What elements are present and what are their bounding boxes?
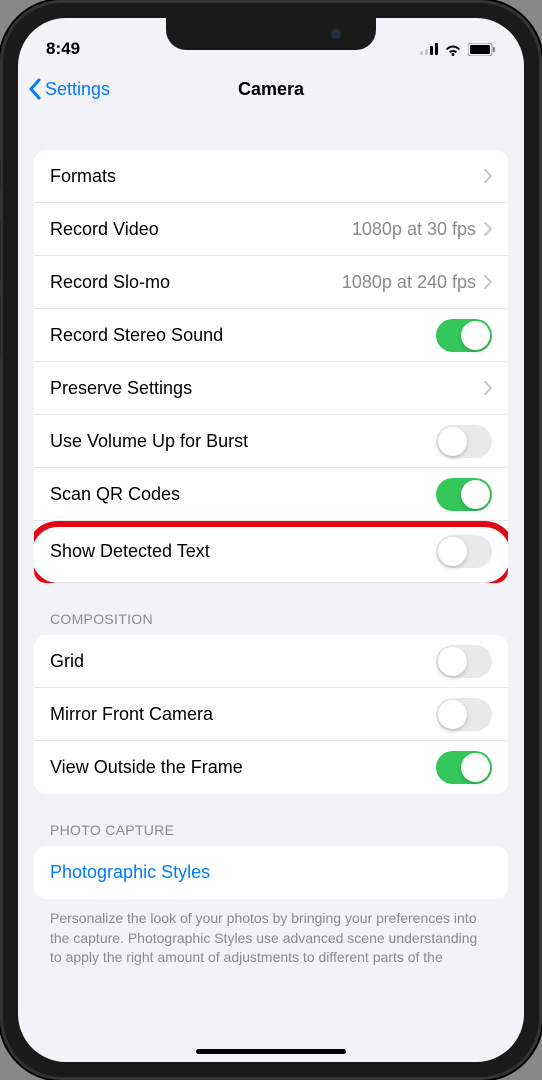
status-time: 8:49 (46, 39, 80, 59)
row-preserve-settings[interactable]: Preserve Settings (34, 362, 508, 415)
content: Formats Record Video 1080p at 30 fps Rec… (18, 112, 524, 1062)
notch (166, 18, 376, 50)
settings-group-composition: Grid Mirror Front Camera View Outside th… (34, 635, 508, 794)
chevron-right-icon (484, 222, 492, 236)
toggle-scan-qr[interactable] (436, 478, 492, 511)
row-record-video[interactable]: Record Video 1080p at 30 fps (34, 203, 508, 256)
row-stereo-sound: Record Stereo Sound (34, 309, 508, 362)
toggle-show-detected-text[interactable] (436, 535, 492, 568)
settings-group-main: Formats Record Video 1080p at 30 fps Rec… (34, 150, 508, 583)
row-mirror-front: Mirror Front Camera (34, 688, 508, 741)
toggle-volume-burst[interactable] (436, 425, 492, 458)
page-title: Camera (238, 79, 304, 100)
row-formats[interactable]: Formats (34, 150, 508, 203)
row-show-detected-text: Show Detected Text (34, 521, 508, 583)
row-scan-qr: Scan QR Codes (34, 468, 508, 521)
back-label: Settings (45, 79, 110, 100)
group-header-photo-capture: PHOTO CAPTURE (34, 794, 508, 846)
settings-group-photo-capture: Photographic Styles (34, 846, 508, 899)
back-button[interactable]: Settings (28, 78, 110, 100)
chevron-right-icon (484, 169, 492, 183)
row-record-slomo[interactable]: Record Slo-mo 1080p at 240 fps (34, 256, 508, 309)
screen: 8:49 Settings Camera Formats Recor (18, 18, 524, 1062)
wifi-icon (444, 43, 462, 56)
chevron-right-icon (484, 275, 492, 289)
row-photographic-styles[interactable]: Photographic Styles (34, 846, 508, 899)
toggle-grid[interactable] (436, 645, 492, 678)
chevron-left-icon (28, 78, 41, 100)
toggle-stereo-sound[interactable] (436, 319, 492, 352)
phone-frame: 8:49 Settings Camera Formats Recor (0, 0, 542, 1080)
nav-bar: Settings Camera (18, 66, 524, 112)
battery-icon (468, 43, 496, 56)
footer-text: Personalize the look of your photos by b… (34, 899, 508, 968)
toggle-view-outside-frame[interactable] (436, 751, 492, 784)
toggle-mirror-front[interactable] (436, 698, 492, 731)
row-volume-burst: Use Volume Up for Burst (34, 415, 508, 468)
group-header-composition: COMPOSITION (34, 583, 508, 635)
row-view-outside-frame: View Outside the Frame (34, 741, 508, 794)
row-grid: Grid (34, 635, 508, 688)
home-indicator[interactable] (196, 1049, 346, 1054)
cellular-icon (420, 43, 438, 55)
chevron-right-icon (484, 381, 492, 395)
